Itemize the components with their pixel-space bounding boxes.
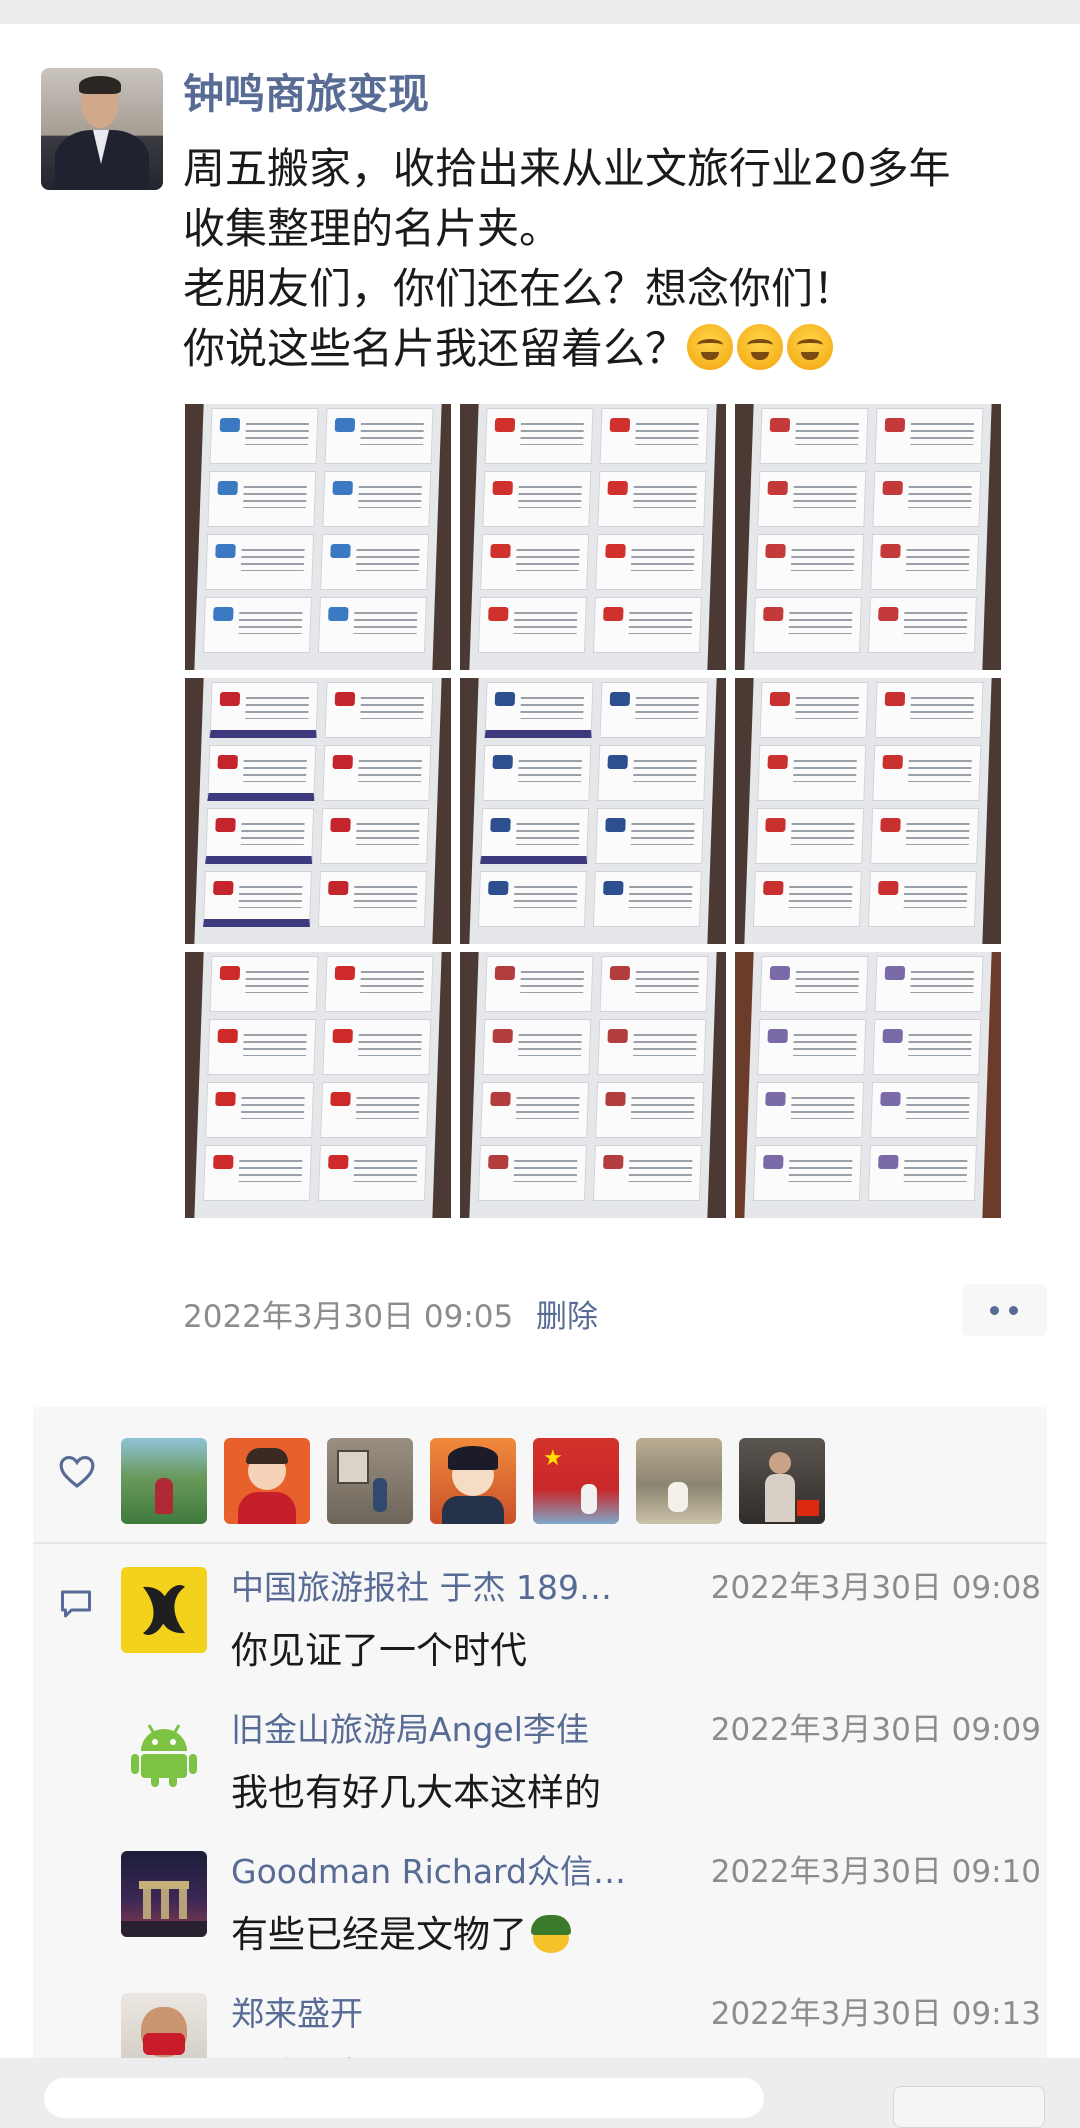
comment-text: 有些已经是文物了 (231, 1909, 571, 1961)
photo-thumbnail[interactable] (185, 678, 451, 944)
send-button[interactable] (893, 2086, 1045, 2128)
comment-text-content: 有些已经是文物了 (231, 1913, 527, 1956)
business-card-binder (744, 952, 992, 1218)
grimacing-face-emoji (737, 324, 784, 370)
moments-post-card: 钟鸣商旅变现 周五搬家，收拾出来从业文旅行业20多年 收集整理的名片夹。 老朋友… (0, 24, 1080, 2064)
business-card-binder (744, 404, 992, 670)
fish-logo-icon (143, 1585, 185, 1635)
business-card-binder (194, 952, 442, 1218)
flag-icon (797, 1500, 819, 1516)
helmet-face-emoji (531, 1913, 571, 1953)
author-avatar[interactable] (41, 68, 163, 190)
photo-thumbnail[interactable] (735, 404, 1001, 670)
commenter-avatar[interactable] (121, 1709, 207, 1795)
commenter-name[interactable]: 中国旅游报社 于杰 189… (231, 1565, 641, 1611)
comment-text: 你见证了一个时代 (231, 1629, 527, 1672)
author-name[interactable]: 钟鸣商旅变现 (183, 68, 429, 121)
business-card-binder (744, 678, 992, 944)
comment-time: 2022年3月30日 09:10 (710, 1854, 1041, 1890)
photo-grid (185, 404, 1003, 1218)
business-card-binder (469, 678, 717, 944)
commenter-name[interactable]: Goodman Richard众信… (231, 1849, 641, 1895)
heart-icon (59, 1455, 95, 1489)
photo-thumbnail[interactable] (460, 678, 726, 944)
comment-input[interactable] (44, 2078, 764, 2118)
photo-thumbnail[interactable] (460, 952, 726, 1218)
commenter-avatar[interactable] (121, 1993, 207, 2064)
post-text-line: 周五搬家，收拾出来从业文旅行业20多年 (183, 144, 951, 193)
post-text: 周五搬家，收拾出来从业文旅行业20多年 收集整理的名片夹。 老朋友们，你们还在么… (183, 139, 1043, 379)
liker-avatar[interactable] (224, 1438, 310, 1524)
liker-avatar[interactable] (327, 1438, 413, 1524)
comment-time: 2022年3月30日 09:08 (710, 1570, 1041, 1606)
business-card-binder (469, 404, 717, 670)
liker-avatar[interactable] (739, 1438, 825, 1524)
business-card-binder (469, 952, 717, 1218)
delete-button[interactable]: 删除 (536, 1296, 598, 1338)
likes-row: ★ (33, 1407, 1047, 1539)
photo-thumbnail[interactable] (460, 404, 726, 670)
likes-comments-panel: ★ 中国旅游报社 于杰 189… 2022年3月30日 09:08 你见证了一个… (33, 1407, 1047, 2064)
comment-time: 2022年3月30日 09:09 (710, 1712, 1041, 1748)
panel-divider (33, 1542, 1047, 1544)
comment-item[interactable]: 中国旅游报社 于杰 189… 2022年3月30日 09:08 你见证了一个时代 (121, 1567, 1041, 1707)
photo-thumbnail[interactable] (185, 404, 451, 670)
liker-avatar[interactable] (121, 1438, 207, 1524)
commenter-avatar[interactable] (121, 1851, 207, 1937)
grimacing-face-emoji (787, 324, 834, 370)
photo-thumbnail[interactable] (185, 952, 451, 1218)
comment-item[interactable]: Goodman Richard众信… 2022年3月30日 09:10 有些已经… (121, 1851, 1041, 1991)
photo-thumbnail[interactable] (735, 952, 1001, 1218)
star-icon: ★ (543, 1446, 563, 1471)
post-text-line: 你说这些名片我还留着么？ (183, 324, 688, 373)
avatar-hair (79, 76, 121, 94)
more-dot (1009, 1306, 1018, 1315)
photo-thumbnail[interactable] (735, 678, 1001, 944)
comment-item[interactable]: 旧金山旅游局Angel李佳 2022年3月30日 09:09 我也有好几大本这样… (121, 1709, 1041, 1849)
more-dots-icon[interactable] (962, 1284, 1047, 1336)
comment-time: 2022年3月30日 09:13 (710, 1996, 1041, 2032)
comment-text: 我也有好几大本这样的 (231, 1771, 601, 1814)
comment-item[interactable]: 郑来盛开 2022年3月30日 09:13 还真是挺有历史 (121, 1993, 1041, 2064)
grimacing-face-emoji (687, 324, 734, 370)
comment-bubble-icon (61, 1590, 91, 1618)
business-card-binder (194, 404, 442, 670)
liker-avatar[interactable] (430, 1438, 516, 1524)
post-timestamp: 2022年3月30日 09:05 (183, 1299, 514, 1335)
liker-avatar[interactable] (636, 1438, 722, 1524)
android-icon (131, 1724, 197, 1787)
post-text-line: 收集整理的名片夹。 (183, 204, 562, 253)
post-text-line-with-emoji: 你说这些名片我还留着么？ (183, 319, 1043, 379)
commenter-name[interactable]: 旧金山旅游局Angel李佳 (231, 1707, 641, 1753)
commenter-name[interactable]: 郑来盛开 (231, 1991, 641, 2037)
liker-avatar[interactable]: ★ (533, 1438, 619, 1524)
commenter-avatar[interactable] (121, 1567, 207, 1653)
business-card-binder (194, 678, 442, 944)
post-text-line: 老朋友们，你们还在么？想念你们！ (183, 264, 856, 313)
more-dot (990, 1306, 999, 1315)
